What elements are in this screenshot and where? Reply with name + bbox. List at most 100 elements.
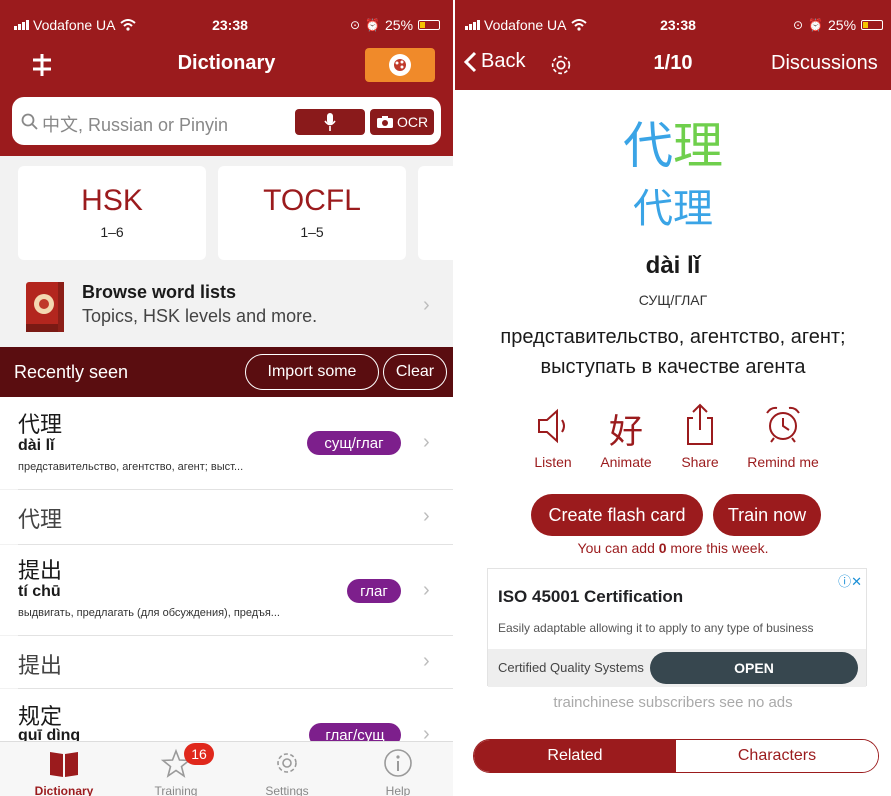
create-flash-card-button[interactable]: Create flash card: [531, 494, 703, 536]
nav-bar: Back 1/10 Discussions: [455, 40, 891, 90]
quota-text: more this week.: [666, 540, 769, 556]
share-icon: [687, 403, 713, 445]
camera-icon: [376, 116, 393, 128]
ad-body: Easily adaptable allowing it to apply to…: [498, 621, 814, 635]
action-label: Remind me: [747, 454, 819, 470]
detail-segmented-control: Related Characters: [473, 739, 879, 773]
battery-percent: 25%: [385, 17, 414, 33]
hanzi-char: 代: [623, 118, 673, 174]
list-item[interactable]: 提出 tí chū выдвигать, предлагать (для обс…: [0, 545, 453, 635]
hsk-card[interactable]: HSK 1–6: [18, 166, 206, 260]
battery-icon: [418, 20, 441, 30]
status-bar: Vodafone UA 23:38 ⊙ ⏰ 25%: [455, 0, 891, 40]
chevron-right-icon: ›: [423, 579, 430, 601]
carrier: Vodafone UA: [465, 17, 587, 33]
search-bar: 中文, Russian or Pinyin OCR: [0, 90, 453, 156]
search-icon: [21, 113, 38, 130]
voice-search-button[interactable]: [295, 109, 365, 135]
carrier: Vodafone UA: [14, 17, 136, 33]
ad-footer: Certified Quality Systems OPEN: [488, 649, 866, 687]
chevron-right-icon: ›: [423, 650, 430, 672]
search-input[interactable]: 中文, Russian or Pinyin OCR: [12, 97, 441, 145]
tocfl-card[interactable]: TOCFL 1–5: [218, 166, 406, 260]
book-icon: [26, 282, 64, 332]
action-label: Listen: [534, 454, 572, 470]
chevron-right-icon: ›: [423, 294, 430, 316]
browse-subtitle: Topics, HSK levels and more.: [82, 306, 318, 326]
carrier-name: Vodafone UA: [33, 17, 116, 33]
list-item-hanzi: 代理: [18, 412, 63, 437]
ad-source: Certified Quality Systems: [498, 660, 644, 675]
list-item[interactable]: 规定 guī dìng глаг/сущ ›: [0, 689, 453, 741]
info-icon: [384, 749, 412, 777]
wifi-icon: [570, 19, 587, 31]
list-item[interactable]: 提出 ›: [0, 636, 453, 688]
browse-word-lists[interactable]: Browse word lists Topics, HSK levels and…: [0, 270, 453, 344]
word-meaning: представительство, агентство, агент; выс…: [500, 326, 846, 378]
pos-badge: сущ/глаг: [307, 431, 401, 455]
discussions-button[interactable]: Discussions: [771, 52, 878, 75]
no-ads-note: trainchinese subscribers see no ads: [553, 694, 793, 711]
ad-banner[interactable]: ⓘ✕ ISO 45001 Certification Easily adapta…: [487, 568, 867, 687]
list-item-definition: выдвигать, предлагать (для обсуждения), …: [18, 607, 280, 619]
list-item[interactable]: 代理 ›: [0, 490, 453, 544]
app-menu-button[interactable]: [365, 48, 435, 82]
alarm-icon: ⏰: [365, 18, 381, 32]
flash-card-quota: You can add 0 more this week.: [455, 540, 891, 556]
word-hanzi-traditional: 代理: [455, 106, 891, 178]
carrier-name: Vodafone UA: [484, 17, 567, 33]
tab-label: Dictionary: [34, 784, 94, 796]
tab-label: Training: [154, 784, 198, 796]
tab-label: Help: [385, 784, 411, 796]
tab-bar: Dictionary Training Settings Help: [0, 741, 453, 796]
speaker-icon: [538, 408, 565, 444]
browse-title: Browse word lists: [82, 282, 237, 302]
ad-title: ISO 45001 Certification: [498, 587, 684, 606]
train-now-button[interactable]: Train now: [713, 494, 821, 536]
status-time: 23:38: [212, 17, 248, 33]
card-range: 1–5: [300, 224, 324, 240]
alarm-icon: ⏰: [808, 18, 824, 32]
card-range: 1–6: [100, 224, 124, 240]
quota-count: 0: [658, 540, 667, 556]
ocr-button[interactable]: OCR: [370, 109, 434, 135]
list-item-definition: представительство, агентство, агент; выс…: [18, 461, 244, 473]
list-item-pinyin: tí chū: [18, 583, 61, 600]
list-item[interactable]: 代理 dài lǐ представительство, агентство, …: [0, 397, 453, 489]
next-card-peek[interactable]: [418, 166, 453, 260]
status-time: 23:38: [660, 17, 696, 33]
recently-seen-header: Recently seen Import some Clear: [0, 347, 453, 397]
battery-icon: [861, 20, 884, 30]
action-label: Animate: [600, 454, 652, 470]
tab-label: Settings: [265, 784, 309, 796]
rotation-lock-icon: ⊙: [350, 18, 361, 32]
hanzi-char: 理: [673, 118, 723, 174]
chevron-right-icon: ›: [423, 723, 430, 741]
book-icon: [50, 752, 78, 777]
word-part-of-speech: СУЩ/ГЛАГ: [638, 292, 708, 308]
import-button[interactable]: Import some: [245, 354, 379, 390]
rotation-lock-icon: ⊙: [793, 18, 804, 32]
pos-badge: глаг/сущ: [309, 723, 401, 741]
nav-bar: Dictionary: [0, 40, 453, 90]
word-detail-screen: Vodafone UA 23:38 ⊙ ⏰ 25% Back 1/10 Disc…: [455, 0, 891, 796]
signal-icon: [465, 20, 480, 30]
animate-character-icon: 好: [609, 413, 643, 451]
chevron-right-icon: ›: [423, 505, 430, 527]
ad-choices-icon[interactable]: ⓘ✕: [838, 571, 862, 590]
tab-dictionary[interactable]: Dictionary: [19, 742, 109, 796]
clear-button[interactable]: Clear: [383, 354, 447, 390]
battery-percent: 25%: [828, 17, 857, 33]
tab-characters[interactable]: Characters: [676, 740, 878, 772]
dictionary-screen: Vodafone UA 23:38 ⊙ ⏰ 25% Dictionary 中文,…: [0, 0, 453, 796]
tab-settings[interactable]: Settings: [242, 742, 332, 796]
tab-help[interactable]: Help: [353, 742, 443, 796]
ad-open-button[interactable]: OPEN: [650, 652, 858, 684]
list-item-hanzi: 提出: [18, 653, 63, 678]
tab-related[interactable]: Related: [474, 740, 676, 772]
word-hanzi-simplified: 代理: [455, 176, 891, 234]
alarm-clock-icon: [766, 406, 800, 443]
gear-icon: [277, 753, 297, 773]
quota-text: You can add: [577, 540, 659, 556]
list-item-hanzi: 代理: [18, 507, 63, 532]
